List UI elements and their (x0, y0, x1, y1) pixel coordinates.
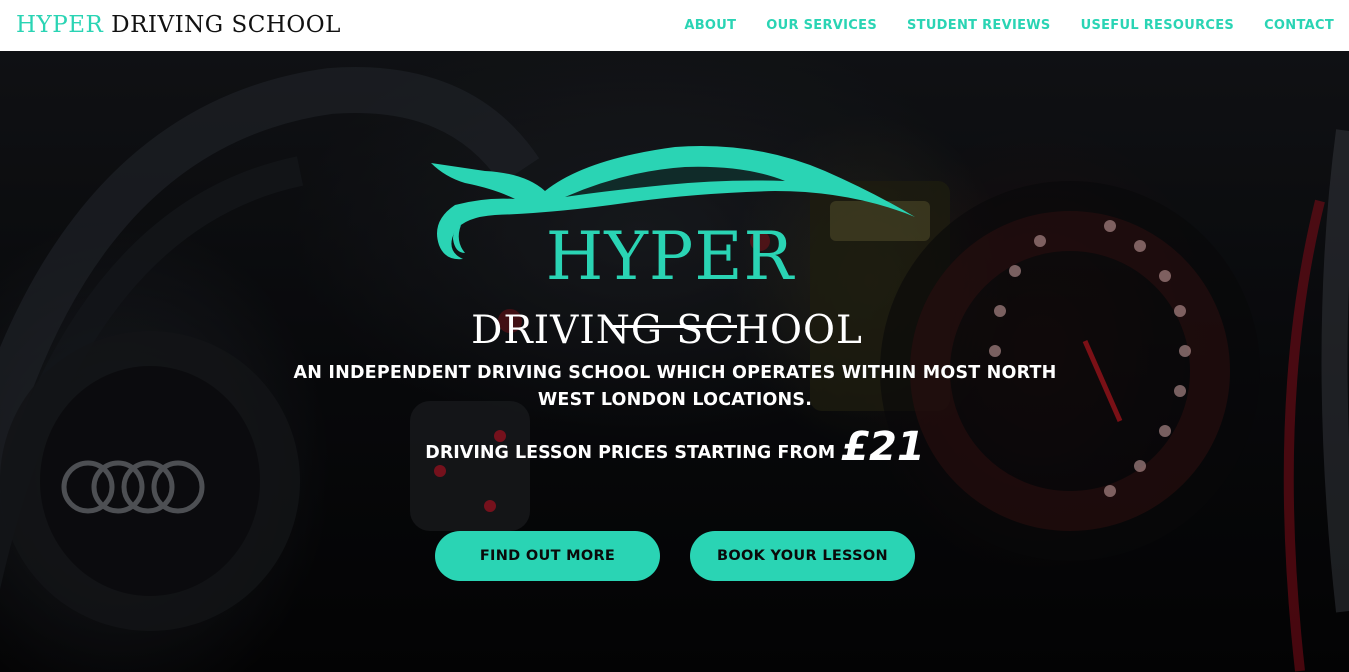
logo-subtitle-text: DRIVING SCHOOL (471, 308, 863, 353)
logo-hyper-text: HYPER (546, 218, 796, 295)
nav-our-services[interactable]: OUR SERVICES (766, 18, 877, 33)
car-silhouette-icon: HYPER DRIVING SCHOOL (431, 146, 915, 353)
hero-tagline: AN INDEPENDENT DRIVING SCHOOL WHICH OPER… (293, 363, 1057, 410)
price-line: DRIVING LESSON PRICES STARTING FROM £21 (300, 424, 1050, 470)
brand-logo[interactable]: HYPER DRIVING SCHOOL (16, 10, 341, 40)
nav-student-reviews[interactable]: STUDENT REVIEWS (907, 18, 1051, 33)
book-your-lesson-button[interactable]: BOOK YOUR LESSON (690, 531, 915, 581)
brand-secondary: DRIVING SCHOOL (111, 12, 341, 38)
main-nav: ABOUT OUR SERVICES STUDENT REVIEWS USEFU… (684, 0, 1334, 51)
brand-primary: HYPER (16, 12, 104, 38)
hero-divider (612, 325, 737, 328)
nav-about[interactable]: ABOUT (684, 18, 736, 33)
find-out-more-button[interactable]: FIND OUT MORE (435, 531, 660, 581)
nav-useful-resources[interactable]: USEFUL RESOURCES (1081, 18, 1235, 33)
hero-section: HYPER DRIVING SCHOOL AN INDEPENDENT DRIV… (0, 51, 1349, 672)
navbar: HYPER DRIVING SCHOOL ABOUT OUR SERVICES … (0, 0, 1349, 51)
price-amount: £21 (841, 424, 925, 470)
price-prefix: DRIVING LESSON PRICES STARTING FROM (425, 443, 836, 463)
nav-contact[interactable]: CONTACT (1264, 18, 1334, 33)
